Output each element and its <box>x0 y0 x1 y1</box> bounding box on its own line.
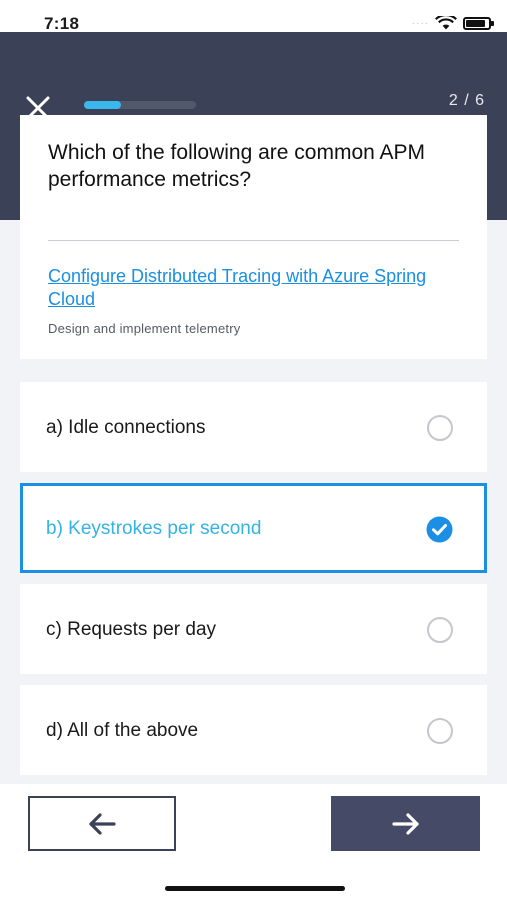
battery-icon <box>463 16 494 30</box>
option-b[interactable]: b) Keystrokes per second <box>20 483 487 573</box>
arrow-left-icon <box>89 812 116 835</box>
arrow-right-icon <box>391 812 419 835</box>
option-a[interactable]: a) Idle connections <box>20 382 487 472</box>
next-button[interactable] <box>331 796 480 851</box>
option-label: c) Requests per day <box>46 619 217 640</box>
bottom-nav <box>0 784 507 900</box>
home-indicator[interactable] <box>165 886 345 891</box>
option-d[interactable]: d) All of the above <box>20 685 487 775</box>
question-text: Which of the following are common APM pe… <box>48 141 425 191</box>
reference-link[interactable]: Configure Distributed Tracing with Azure… <box>48 265 458 311</box>
option-label: d) All of the above <box>46 720 199 741</box>
option-c[interactable]: c) Requests per day <box>20 584 487 674</box>
signal-icon: ···· <box>411 17 429 29</box>
topic-label: Design and implement telemetry <box>48 321 241 336</box>
option-label: b) Keystrokes per second <box>46 518 262 539</box>
radio-unchecked-icon[interactable] <box>427 415 453 441</box>
divider <box>48 240 459 241</box>
option-label: a) Idle connections <box>46 417 206 438</box>
status-icons: ···· <box>411 16 494 30</box>
wifi-icon <box>435 16 457 30</box>
progress-fill <box>84 101 121 109</box>
previous-button[interactable] <box>28 796 176 851</box>
status-bar: 7:18 ···· <box>0 0 507 33</box>
progress-bar <box>84 101 196 109</box>
status-time: 7:18 <box>44 14 80 33</box>
question-counter: 2 / 6 <box>448 92 485 109</box>
radio-unchecked-icon[interactable] <box>427 617 453 643</box>
check-circle-icon[interactable] <box>426 516 453 543</box>
question-card: Which of the following are common APM pe… <box>20 115 487 359</box>
radio-unchecked-icon[interactable] <box>427 718 453 744</box>
